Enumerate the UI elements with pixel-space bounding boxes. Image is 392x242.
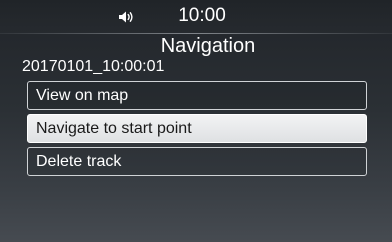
navigate-to-start-point-button[interactable]: Navigate to start point	[27, 114, 367, 143]
navigation-screen: 10:00 Navigation 20170101_10:00:01 View …	[0, 0, 392, 242]
clock: 10:00	[178, 5, 226, 26]
volume-icon	[119, 11, 133, 23]
view-on-map-button[interactable]: View on map	[27, 81, 367, 110]
delete-track-button[interactable]: Delete track	[27, 147, 367, 176]
menu-list: View on map Navigate to start point Dele…	[27, 81, 367, 180]
page-title: Navigation	[160, 35, 256, 57]
track-name: 20170101_10:00:01	[22, 58, 165, 75]
status-bar: 10:00	[0, 0, 392, 34]
